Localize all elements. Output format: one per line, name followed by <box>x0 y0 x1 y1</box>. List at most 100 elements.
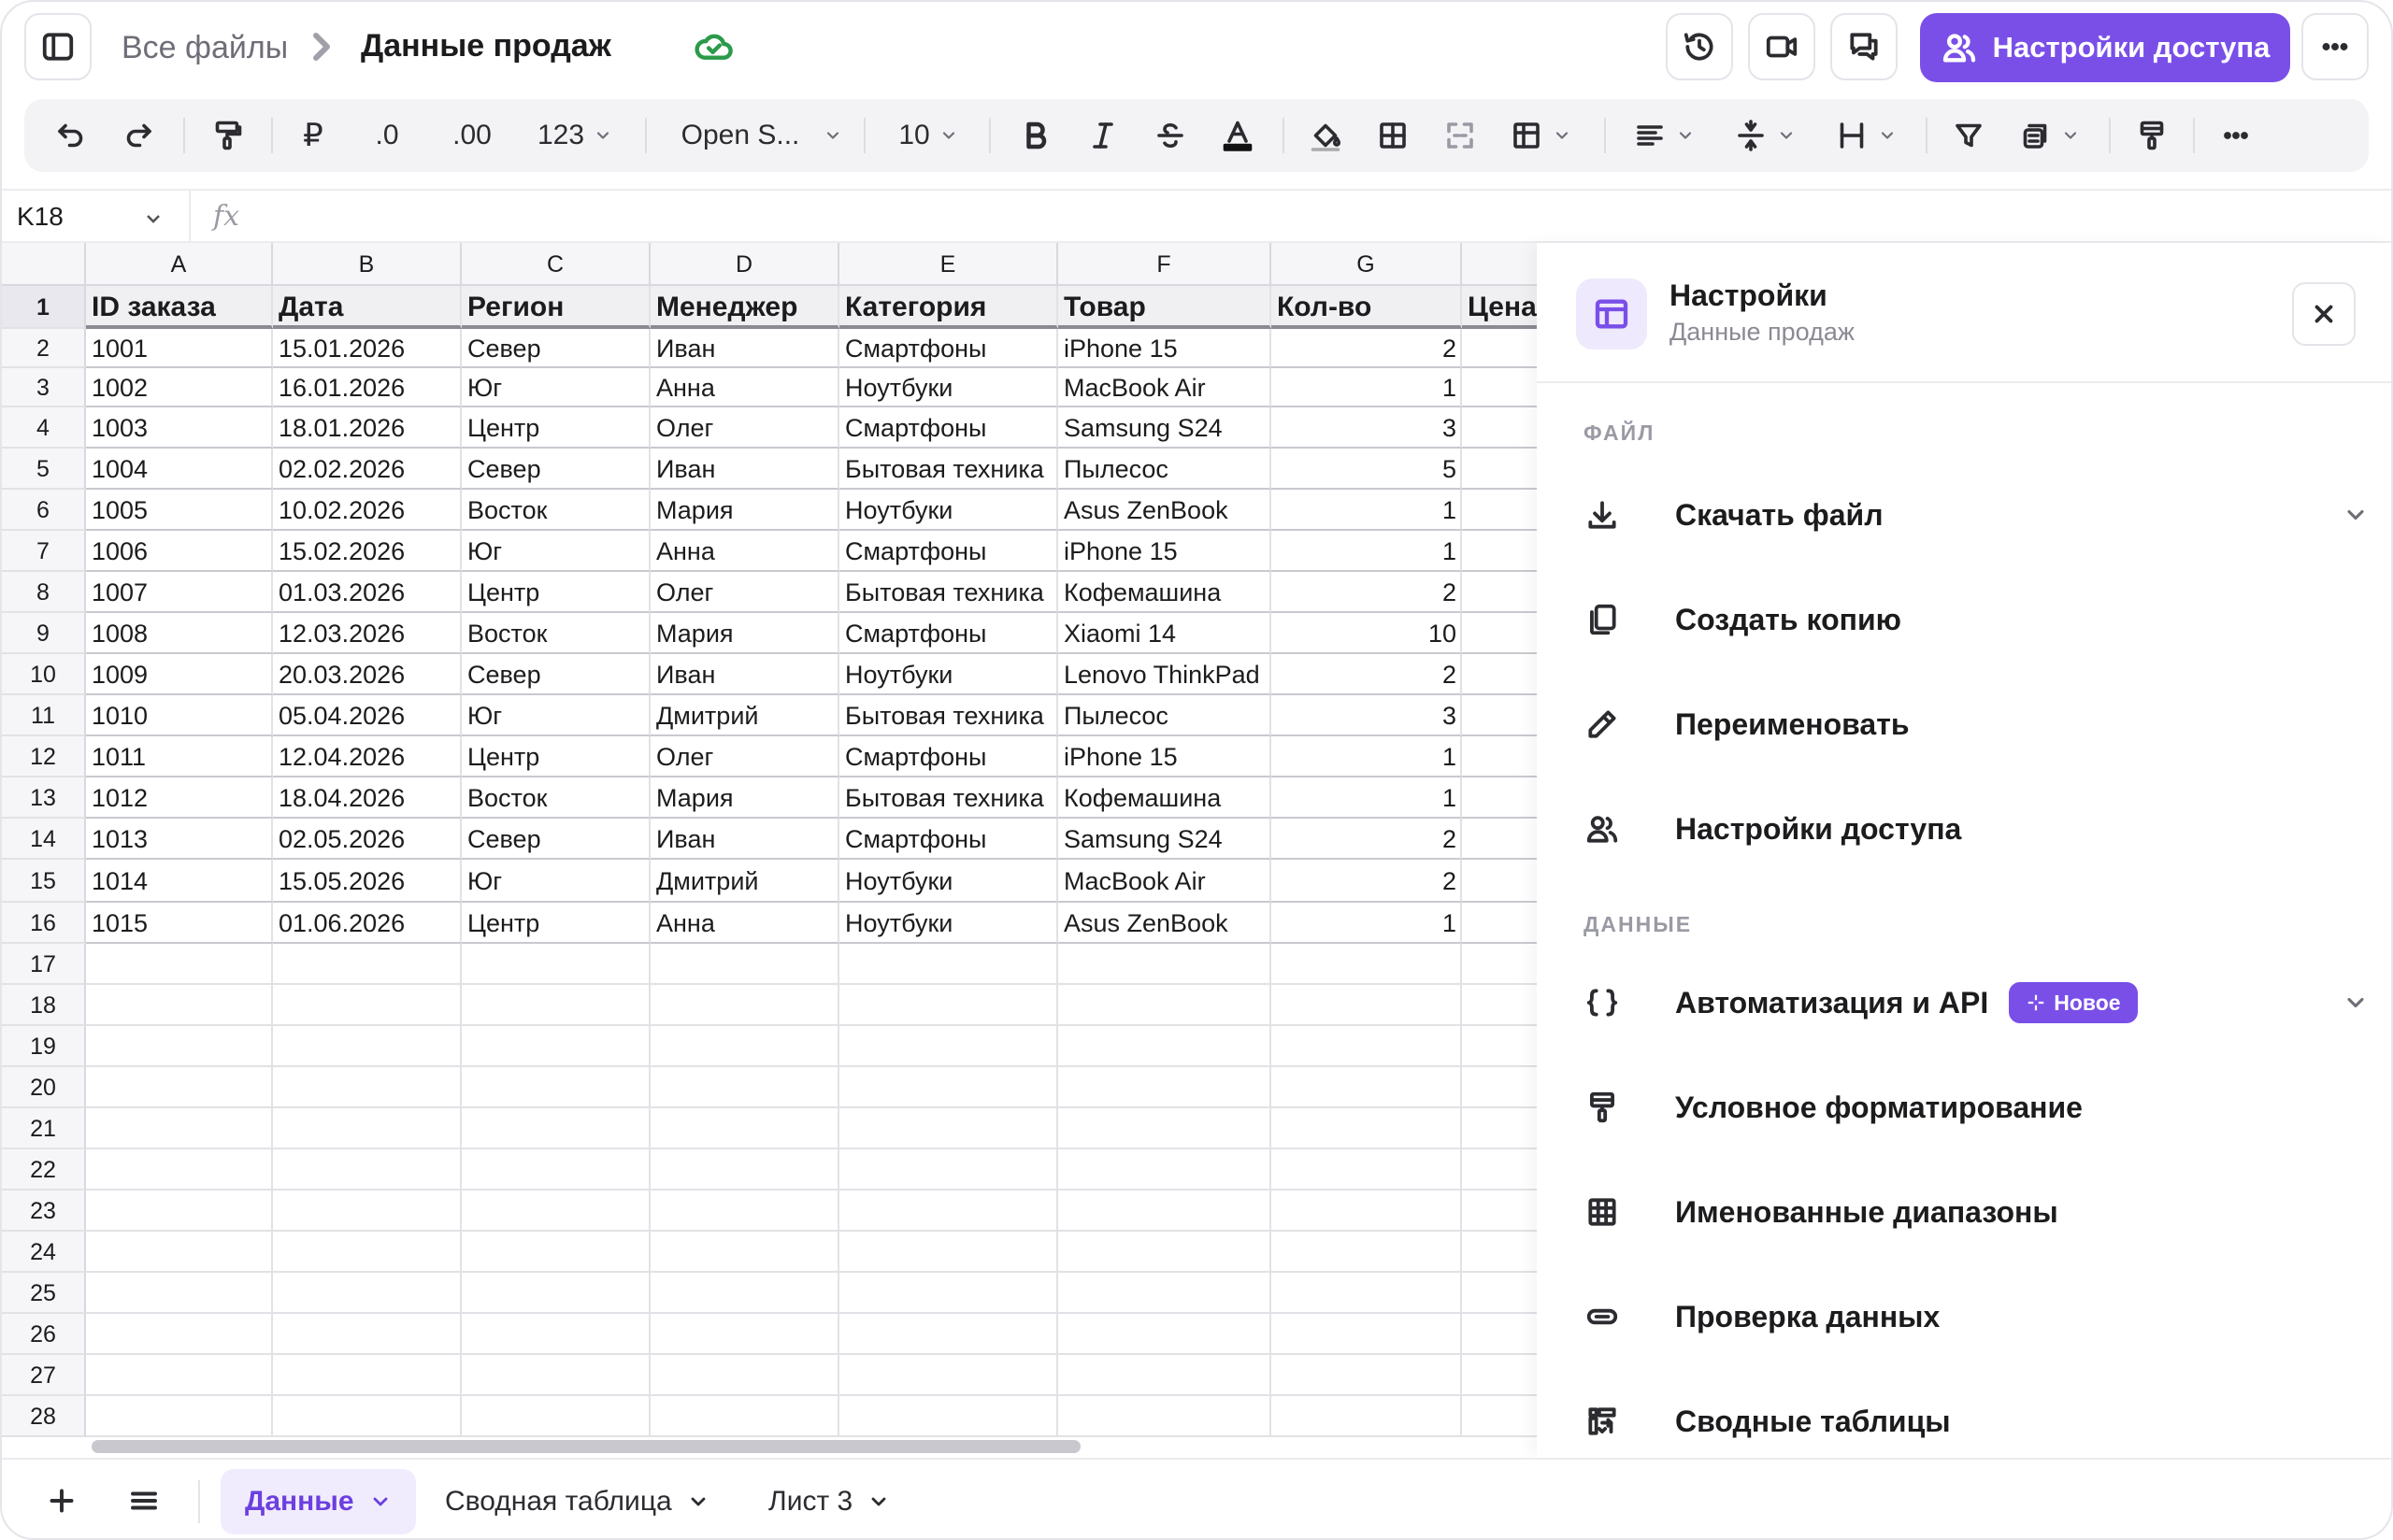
decrease-decimals-button[interactable]: .0 <box>361 99 413 172</box>
table-cell[interactable]: Север <box>462 449 651 490</box>
table-cell[interactable] <box>1058 1273 1271 1314</box>
sidebar-toggle-button[interactable] <box>24 13 92 80</box>
table-cell[interactable]: Север <box>462 654 651 695</box>
table-cell[interactable]: Смартфоны <box>839 819 1058 860</box>
table-cell[interactable]: 1012 <box>86 777 273 819</box>
table-cell[interactable]: 1 <box>1271 736 1462 777</box>
table-cell[interactable]: Смартфоны <box>839 736 1058 777</box>
table-cell[interactable] <box>86 1149 273 1191</box>
table-cell[interactable] <box>273 1232 462 1273</box>
horizontal-align-dropdown[interactable] <box>1625 99 1703 172</box>
table-cell[interactable] <box>273 1273 462 1314</box>
filter-button[interactable] <box>1942 99 1995 172</box>
table-cell[interactable]: Ноутбуки <box>839 903 1058 944</box>
table-cell[interactable]: Samsung S24 <box>1058 819 1271 860</box>
table-cell[interactable] <box>1462 1232 1537 1273</box>
table-cell[interactable]: 10 <box>1271 613 1462 654</box>
table-cell[interactable] <box>86 1314 273 1355</box>
table-cell[interactable] <box>462 1396 651 1437</box>
table-cell[interactable]: 1001 <box>86 329 273 368</box>
table-cell[interactable] <box>273 1355 462 1396</box>
table-cell[interactable]: Юг <box>462 531 651 572</box>
table-cell[interactable] <box>462 1355 651 1396</box>
table-cell[interactable]: 1 <box>1271 368 1462 407</box>
table-cell[interactable] <box>1462 985 1537 1026</box>
share-settings-button[interactable]: Настройки доступа <box>1920 13 2290 82</box>
row-header[interactable]: 28 <box>2 1396 86 1437</box>
table-cell[interactable]: Иван <box>651 654 839 695</box>
table-cell[interactable] <box>1058 944 1271 985</box>
row-header[interactable]: 10 <box>2 654 86 695</box>
breadcrumb-root[interactable]: Все файлы <box>122 30 288 66</box>
table-cell[interactable] <box>1462 819 1537 860</box>
sheet-tab-data[interactable]: Данные <box>221 1469 416 1534</box>
table-cell[interactable] <box>462 985 651 1026</box>
table-cell[interactable]: 15.05.2026 <box>273 860 462 903</box>
table-cell[interactable]: Asus ZenBook <box>1058 490 1271 531</box>
table-cell[interactable]: Центр <box>462 736 651 777</box>
header-cell[interactable]: ID заказа <box>86 286 273 329</box>
table-cell[interactable]: Центр <box>462 572 651 613</box>
text-color-button[interactable] <box>1211 99 1264 172</box>
table-cell[interactable] <box>839 944 1058 985</box>
table-cell[interactable]: Смартфоны <box>839 407 1058 449</box>
table-cell[interactable] <box>651 1355 839 1396</box>
table-cell[interactable]: 1 <box>1271 903 1462 944</box>
table-cell[interactable]: Олег <box>651 736 839 777</box>
table-cell[interactable]: iPhone 15 <box>1058 736 1271 777</box>
column-header[interactable]: F <box>1058 243 1271 286</box>
table-cell[interactable]: Мария <box>651 490 839 531</box>
table-cell[interactable] <box>1271 1273 1462 1314</box>
table-cell[interactable] <box>1058 1067 1271 1108</box>
functions-dropdown[interactable] <box>2010 99 2088 172</box>
table-cell[interactable] <box>1462 1396 1537 1437</box>
vertical-align-dropdown[interactable] <box>1726 99 1804 172</box>
table-cell[interactable] <box>839 1108 1058 1149</box>
row-header[interactable]: 6 <box>2 490 86 531</box>
column-header[interactable]: G <box>1271 243 1462 286</box>
pivot-tables-item[interactable]: Сводные таблицы <box>1574 1379 2369 1463</box>
table-cell[interactable]: iPhone 15 <box>1058 329 1271 368</box>
table-cell[interactable] <box>651 1067 839 1108</box>
table-cell[interactable] <box>462 1232 651 1273</box>
table-cell[interactable] <box>1462 695 1537 736</box>
table-cell[interactable]: 1015 <box>86 903 273 944</box>
table-cell[interactable]: Север <box>462 329 651 368</box>
table-cell[interactable]: 1007 <box>86 572 273 613</box>
table-cell[interactable]: 1 <box>1271 777 1462 819</box>
row-header[interactable]: 1 <box>2 286 86 329</box>
table-cell[interactable] <box>1058 1026 1271 1067</box>
table-cell[interactable] <box>1462 1067 1537 1108</box>
table-cell[interactable]: Юг <box>462 860 651 903</box>
table-cell[interactable]: Дмитрий <box>651 860 839 903</box>
row-header[interactable]: 8 <box>2 572 86 613</box>
table-cell[interactable]: iPhone 15 <box>1058 531 1271 572</box>
chevron-down-icon[interactable] <box>142 207 165 230</box>
table-cell[interactable]: Ноутбуки <box>839 654 1058 695</box>
table-cell[interactable] <box>86 1026 273 1067</box>
row-header[interactable]: 19 <box>2 1026 86 1067</box>
table-cell[interactable] <box>86 1108 273 1149</box>
table-cell[interactable]: 5 <box>1271 449 1462 490</box>
video-call-button[interactable] <box>1748 13 1815 80</box>
row-header[interactable]: 21 <box>2 1108 86 1149</box>
merge-cells-button[interactable] <box>1434 99 1486 172</box>
table-cell[interactable] <box>651 1314 839 1355</box>
table-cell[interactable] <box>1462 903 1537 944</box>
table-cell[interactable] <box>839 1273 1058 1314</box>
table-cell[interactable] <box>273 944 462 985</box>
table-format-dropdown[interactable] <box>1501 99 1580 172</box>
row-header[interactable]: 16 <box>2 903 86 944</box>
table-cell[interactable]: Смартфоны <box>839 613 1058 654</box>
table-cell[interactable]: Бытовая техника <box>839 449 1058 490</box>
header-cell[interactable]: Товар <box>1058 286 1271 329</box>
table-cell[interactable]: Ноутбуки <box>839 368 1058 407</box>
table-cell[interactable]: 1014 <box>86 860 273 903</box>
font-family-dropdown[interactable]: Open S... <box>666 99 858 172</box>
table-cell[interactable]: 2 <box>1271 819 1462 860</box>
table-cell[interactable] <box>86 1067 273 1108</box>
table-cell[interactable]: 1 <box>1271 490 1462 531</box>
table-cell[interactable] <box>1462 1108 1537 1149</box>
access-settings-item[interactable]: Настройки доступа <box>1574 787 2369 871</box>
history-button[interactable] <box>1666 13 1733 80</box>
